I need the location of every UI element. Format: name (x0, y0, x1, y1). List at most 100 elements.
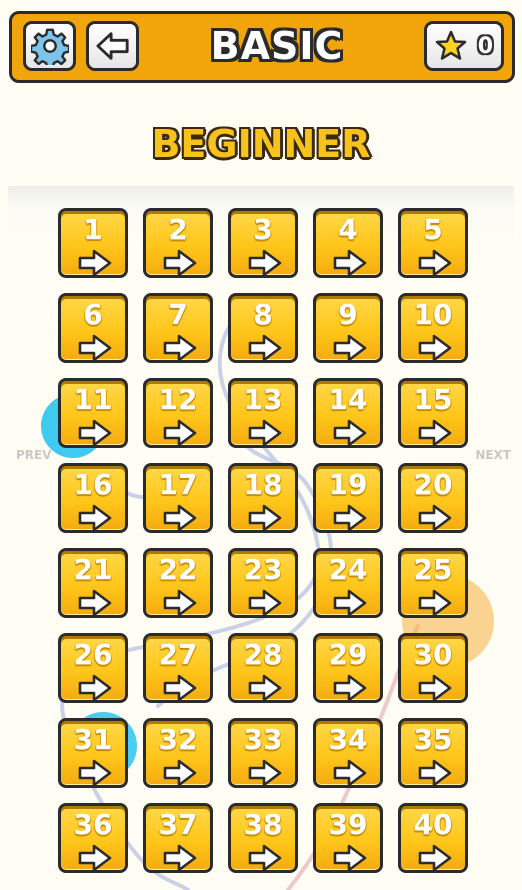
level-button[interactable]: 16 (58, 463, 128, 533)
play-arrow-icon (78, 759, 112, 787)
level-number: 5 (423, 213, 443, 246)
level-button[interactable]: 11 (58, 378, 128, 448)
level-button[interactable]: 8 (228, 293, 298, 363)
level-button[interactable]: 28 (228, 633, 298, 703)
level-button[interactable]: 15 (398, 378, 468, 448)
level-number: 20 (413, 468, 453, 501)
level-number: 8 (253, 298, 273, 331)
level-number: 31 (73, 723, 113, 756)
play-arrow-icon (333, 419, 367, 447)
level-number: 23 (243, 553, 283, 586)
play-arrow-icon (248, 844, 282, 872)
level-button[interactable]: 22 (143, 548, 213, 618)
play-arrow-icon (163, 674, 197, 702)
game-screen: BASIC 0 BEGINNER PREV NEXT 1 2 3 4 5 6 7 8 9 10 11… (0, 0, 522, 890)
play-arrow-icon (333, 844, 367, 872)
level-number: 21 (73, 553, 113, 586)
level-button[interactable]: 4 (313, 208, 383, 278)
level-button[interactable]: 9 (313, 293, 383, 363)
level-button[interactable]: 10 (398, 293, 468, 363)
play-arrow-icon (163, 589, 197, 617)
level-button[interactable]: 29 (313, 633, 383, 703)
play-arrow-icon (248, 504, 282, 532)
play-arrow-icon (418, 249, 452, 277)
play-arrow-icon (163, 249, 197, 277)
level-button[interactable]: 23 (228, 548, 298, 618)
level-number: 11 (73, 383, 113, 416)
level-button[interactable]: 2 (143, 208, 213, 278)
level-button[interactable]: 7 (143, 293, 213, 363)
level-button[interactable]: 40 (398, 803, 468, 873)
play-arrow-icon (333, 759, 367, 787)
level-button[interactable]: 31 (58, 718, 128, 788)
play-arrow-icon (78, 844, 112, 872)
level-button[interactable]: 34 (313, 718, 383, 788)
level-button[interactable]: 33 (228, 718, 298, 788)
level-button[interactable]: 27 (143, 633, 213, 703)
level-button[interactable]: 24 (313, 548, 383, 618)
level-number: 17 (158, 468, 198, 501)
play-arrow-icon (248, 419, 282, 447)
level-number: 28 (243, 638, 283, 671)
play-arrow-icon (418, 759, 452, 787)
level-button[interactable]: 17 (143, 463, 213, 533)
level-number: 40 (413, 808, 453, 841)
play-arrow-icon (333, 674, 367, 702)
level-number: 7 (168, 298, 188, 331)
level-button[interactable]: 14 (313, 378, 383, 448)
level-number: 6 (83, 298, 103, 331)
level-button[interactable]: 21 (58, 548, 128, 618)
play-arrow-icon (248, 334, 282, 362)
level-number: 38 (243, 808, 283, 841)
level-button[interactable]: 36 (58, 803, 128, 873)
play-arrow-icon (418, 589, 452, 617)
play-arrow-icon (333, 504, 367, 532)
level-number: 2 (168, 213, 188, 246)
level-number: 12 (158, 383, 198, 416)
level-number: 15 (413, 383, 453, 416)
level-button[interactable]: 3 (228, 208, 298, 278)
level-number: 24 (328, 553, 368, 586)
play-arrow-icon (78, 334, 112, 362)
play-arrow-icon (163, 419, 197, 447)
level-number: 19 (328, 468, 368, 501)
play-arrow-icon (78, 504, 112, 532)
level-number: 14 (328, 383, 368, 416)
level-number: 9 (338, 298, 358, 331)
level-number: 25 (413, 553, 453, 586)
level-button[interactable]: 12 (143, 378, 213, 448)
play-arrow-icon (418, 504, 452, 532)
level-button[interactable]: 25 (398, 548, 468, 618)
level-button[interactable]: 32 (143, 718, 213, 788)
play-arrow-icon (163, 844, 197, 872)
level-button[interactable]: 30 (398, 633, 468, 703)
level-button[interactable]: 37 (143, 803, 213, 873)
play-arrow-icon (248, 674, 282, 702)
level-button[interactable]: 1 (58, 208, 128, 278)
play-arrow-icon (418, 334, 452, 362)
play-arrow-icon (78, 419, 112, 447)
level-button[interactable]: 39 (313, 803, 383, 873)
play-arrow-icon (163, 504, 197, 532)
play-arrow-icon (248, 589, 282, 617)
level-button[interactable]: 20 (398, 463, 468, 533)
level-button[interactable]: 5 (398, 208, 468, 278)
level-button[interactable]: 6 (58, 293, 128, 363)
level-number: 34 (328, 723, 368, 756)
play-arrow-icon (418, 844, 452, 872)
level-number: 4 (338, 213, 358, 246)
level-grid: 1 2 3 4 5 6 7 8 9 10 11 12 13 14 15 16 17 18 19 20 21 22 23 24 2… (0, 0, 522, 890)
level-button[interactable]: 38 (228, 803, 298, 873)
play-arrow-icon (333, 334, 367, 362)
level-number: 39 (328, 808, 368, 841)
play-arrow-icon (248, 249, 282, 277)
level-button[interactable]: 18 (228, 463, 298, 533)
level-button[interactable]: 19 (313, 463, 383, 533)
level-number: 30 (413, 638, 453, 671)
play-arrow-icon (78, 589, 112, 617)
level-button[interactable]: 35 (398, 718, 468, 788)
level-button[interactable]: 13 (228, 378, 298, 448)
level-number: 37 (158, 808, 198, 841)
level-number: 33 (243, 723, 283, 756)
level-button[interactable]: 26 (58, 633, 128, 703)
